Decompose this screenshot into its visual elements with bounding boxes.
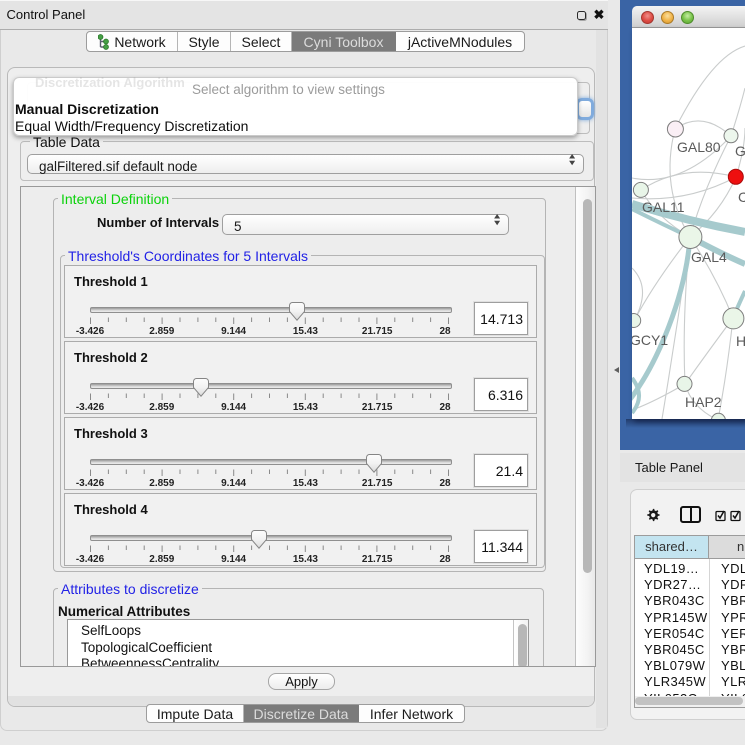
svg-text:C: C (738, 189, 745, 205)
svg-text:GAL80: GAL80 (677, 139, 721, 155)
svg-text:GAL11: GAL11 (642, 199, 685, 215)
svg-text:G: G (735, 143, 745, 159)
svg-text:GCY1: GCY1 (632, 332, 668, 348)
svg-text:H: H (736, 333, 745, 349)
svg-text:GAL4: GAL4 (691, 249, 727, 265)
svg-text:HAP2: HAP2 (685, 394, 722, 410)
